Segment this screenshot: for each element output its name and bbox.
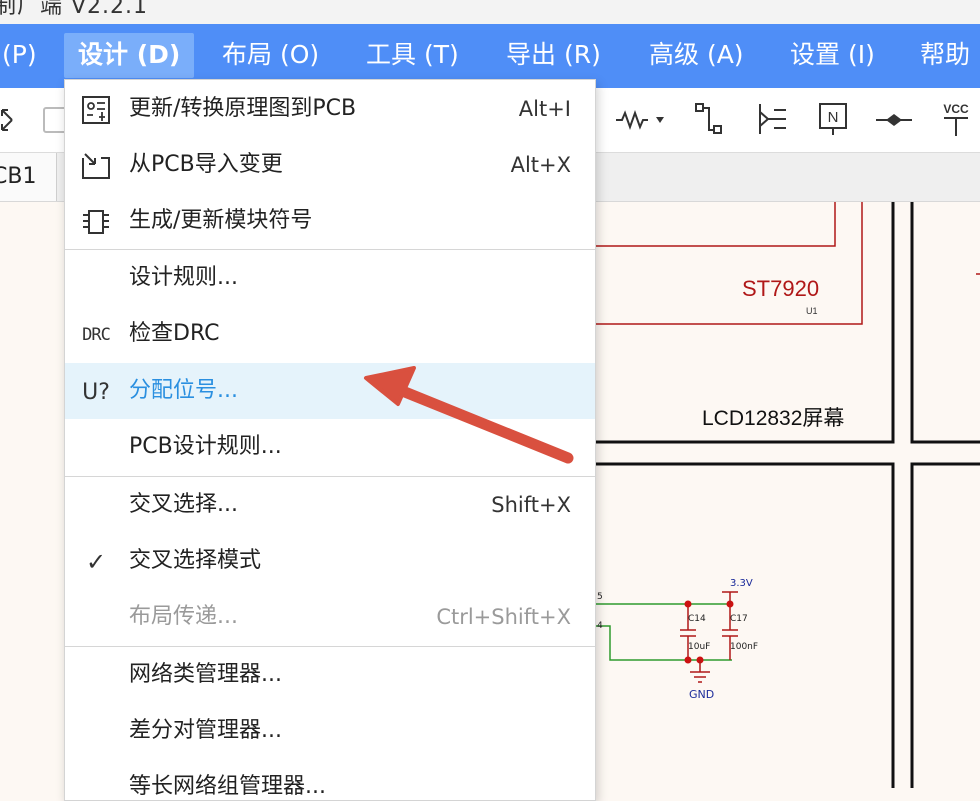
- chevron-down-icon: [656, 117, 664, 123]
- drc-icon: DRC: [82, 325, 111, 345]
- pin-5-label: 5: [597, 592, 603, 602]
- window-title: 制厂端 V2.2.1: [0, 0, 149, 19]
- vcc-icon[interactable]: VCC: [938, 102, 974, 138]
- menu-item-label: 设计规则...: [129, 265, 238, 290]
- cap2-value: 100nF: [730, 642, 759, 652]
- svg-text:VCC: VCC: [943, 102, 969, 116]
- update-pcb-icon: [79, 95, 113, 125]
- menu-item-label: 生成/更新模块符号: [129, 208, 313, 233]
- cap1-value: 10uF: [688, 642, 711, 652]
- menu-item-layout-transfer[interactable]: 布局传递... Ctrl+Shift+X: [65, 589, 595, 645]
- menu-item-cross-select-mode[interactable]: ✓ 交叉选择模式: [65, 533, 595, 589]
- chip-ref: U1: [806, 306, 818, 316]
- cap1-ref: C14: [688, 614, 706, 624]
- module-symbol-icon: [79, 207, 113, 237]
- menu-item-design-rules[interactable]: 设计规则...: [65, 250, 595, 306]
- menu-item-equal-length-manager[interactable]: 等长网络组管理器...: [65, 759, 595, 800]
- menu-item-label: 差分对管理器...: [129, 718, 282, 743]
- menu-item-label: PCB设计规则...: [129, 434, 282, 459]
- block-title: LCD12832屏幕: [702, 407, 845, 430]
- menu-item-assign-designators[interactable]: U? 分配位号...: [65, 363, 595, 419]
- designator-icon: U?: [82, 379, 110, 405]
- menu-place[interactable]: (P): [2, 24, 37, 88]
- menu-item-generate-symbol[interactable]: 生成/更新模块符号: [65, 193, 595, 249]
- menu-item-shortcut: Shift+X: [491, 493, 571, 517]
- design-menu-dropdown: 更新/转换原理图到PCB Alt+I 从PCB导入变更 Alt+X 生成/更新模…: [64, 79, 596, 801]
- menu-item-import-from-pcb[interactable]: 从PCB导入变更 Alt+X: [65, 137, 595, 193]
- menu-item-label: 网络类管理器...: [129, 662, 282, 687]
- menu-item-label: 更新/转换原理图到PCB: [129, 96, 357, 121]
- menu-design[interactable]: 设计 (D): [64, 33, 195, 78]
- gnd-label: GND: [689, 688, 715, 701]
- fit-view-icon[interactable]: [0, 106, 18, 134]
- window-title-bar: 制厂端 V2.2.1: [0, 0, 980, 24]
- wire-icon[interactable]: [694, 102, 724, 136]
- menu-item-label: 交叉选择...: [129, 492, 238, 517]
- menu-item-cross-select[interactable]: 交叉选择... Shift+X: [65, 477, 595, 533]
- menu-item-diff-pair-manager[interactable]: 差分对管理器...: [65, 703, 595, 759]
- menu-item-shortcut: Ctrl+Shift+X: [436, 605, 571, 629]
- power-label: 3.3V: [730, 578, 753, 589]
- menu-item-pcb-design-rules[interactable]: PCB设计规则...: [65, 419, 595, 475]
- menu-item-label: 交叉选择模式: [129, 548, 262, 573]
- menu-item-update-pcb[interactable]: 更新/转换原理图到PCB Alt+I: [65, 81, 595, 137]
- import-icon: [79, 151, 113, 181]
- svg-text:N: N: [828, 109, 839, 126]
- chip-name: ST7920: [742, 276, 820, 301]
- resistor-icon[interactable]: [616, 108, 674, 132]
- menu-help[interactable]: 帮助: [920, 24, 970, 88]
- menu-item-shortcut: Alt+I: [518, 97, 571, 121]
- menu-advanced[interactable]: 高级 (A): [649, 24, 744, 88]
- menu-item-net-class-manager[interactable]: 网络类管理器...: [65, 647, 595, 703]
- net-port-icon[interactable]: [876, 112, 912, 128]
- bus-entry-icon[interactable]: [754, 102, 788, 136]
- menu-item-check-drc[interactable]: DRC 检查DRC: [65, 306, 595, 362]
- menu-item-label: 从PCB导入变更: [129, 152, 283, 177]
- net-flag-icon[interactable]: N: [818, 102, 848, 136]
- menu-item-label: 分配位号...: [129, 378, 238, 403]
- menu-item-shortcut: Alt+X: [510, 153, 571, 177]
- checkmark-icon: ✓: [85, 548, 107, 576]
- pin-4-label: 4: [597, 621, 603, 631]
- menu-item-label: 检查DRC: [129, 321, 220, 346]
- cap2-ref: C17: [730, 614, 748, 624]
- zoom-box-icon[interactable]: [42, 106, 66, 134]
- menu-item-label: 等长网络组管理器...: [129, 774, 326, 799]
- menu-settings[interactable]: 设置 (I): [790, 24, 875, 88]
- tab-pcb1[interactable]: CB1: [0, 153, 57, 201]
- menu-item-label: 布局传递...: [129, 604, 238, 629]
